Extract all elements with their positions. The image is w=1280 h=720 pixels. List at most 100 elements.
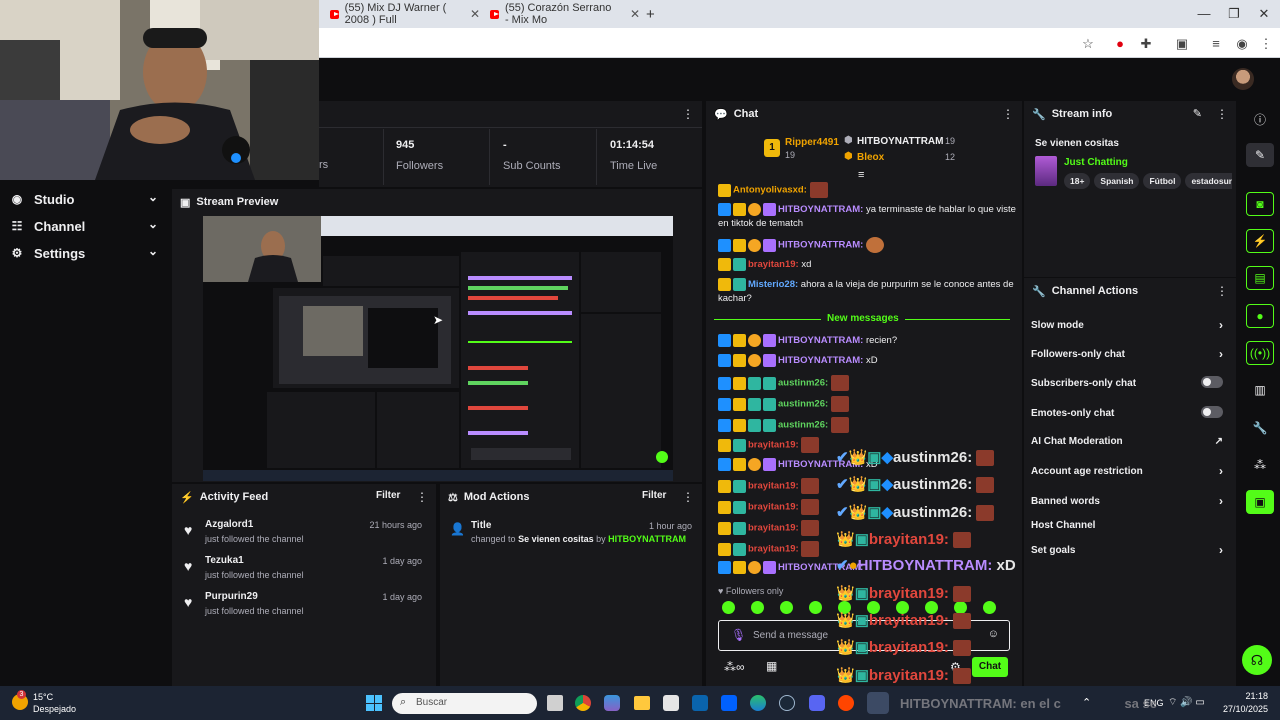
network-volume-icon[interactable]: ⌔ 🔊 ▭ [1168, 696, 1205, 709]
active-app-icon[interactable] [867, 692, 889, 714]
chat-user[interactable]: brayitan19: [748, 544, 799, 555]
action-subscribers-only[interactable]: Subscribers-only chat [1031, 376, 1231, 389]
emote-icon[interactable] [780, 601, 793, 614]
wrench-icon[interactable]: 🔧 [1246, 416, 1274, 440]
grid-icon[interactable]: ▥ [1246, 378, 1274, 402]
minimize-button[interactable]: — [1194, 6, 1214, 21]
chat-user[interactable]: austinm26: [778, 399, 828, 410]
action-followers-only[interactable]: Followers-only chat › [1031, 347, 1231, 361]
document-icon[interactable]: ▤ [1246, 266, 1274, 290]
chat-user[interactable]: brayitan19: [748, 523, 799, 534]
sound-alert-icon[interactable]: ▣ [1246, 490, 1274, 514]
chrome-icon[interactable] [575, 695, 591, 711]
close-tab-icon[interactable]: ✕ [470, 7, 480, 21]
pencil-icon[interactable]: ✎ [1246, 143, 1274, 167]
lightning-icon[interactable]: ⚡ [1246, 229, 1274, 253]
emote-icon[interactable] [983, 601, 996, 614]
chat-user[interactable]: HITBOYNATTRAM: [778, 562, 863, 573]
emote-icon[interactable] [925, 601, 938, 614]
action-slow-mode[interactable]: Slow mode › [1031, 318, 1231, 332]
clock-date[interactable]: 27/10/2025 [1218, 704, 1268, 714]
tag-chip[interactable]: 18+ [1064, 173, 1091, 189]
camera-icon[interactable]: ◙ [1246, 192, 1274, 216]
chat-user[interactable]: HITBOYNATTRAM: [778, 355, 863, 366]
kebab-icon[interactable]: ⋮ [1216, 284, 1228, 298]
chat-user[interactable]: austinm26: [778, 420, 828, 431]
emote-icon[interactable] [838, 601, 851, 614]
settings-icon[interactable]: ⚙ [950, 660, 961, 674]
info-icon[interactable]: ⓘ [1246, 107, 1274, 131]
discord-icon[interactable] [809, 695, 825, 711]
chat-user[interactable]: HITBOYNATTRAM: [778, 240, 863, 251]
tag-chip[interactable]: Fútbol [1143, 173, 1182, 189]
kebab-icon[interactable]: ⋮ [1216, 107, 1228, 121]
menu-icon[interactable]: ⋮ [1258, 36, 1274, 52]
microphone-icon[interactable]: 🎙 [731, 628, 746, 642]
chat-user[interactable]: brayitan19: [748, 481, 799, 492]
edit-pencil-icon[interactable]: ✎ [1193, 107, 1202, 120]
nav-item-studio[interactable]: ◉ Studio ⌄ [0, 186, 172, 212]
clock-time[interactable]: 21:18 [1236, 691, 1268, 701]
emote-icon[interactable] [722, 601, 735, 614]
kebab-icon[interactable]: ⋮ [682, 490, 694, 504]
brave-icon[interactable] [838, 695, 854, 711]
close-tab-icon[interactable]: ✕ [630, 7, 640, 21]
broadcast-icon[interactable]: ((•)) [1246, 341, 1274, 365]
kebab-icon[interactable]: ⋮ [416, 490, 428, 504]
support-headset-icon[interactable]: ☊ [1242, 645, 1272, 675]
collapse-icon[interactable]: ≡ [858, 169, 864, 181]
chat-user[interactable]: austinm26: [778, 378, 828, 389]
outlook-icon[interactable] [692, 695, 708, 711]
chat-user[interactable]: brayitan19: [748, 259, 799, 270]
chat-user[interactable]: HITBOYNATTRAM: [778, 459, 863, 470]
filter-button[interactable]: Filter [376, 490, 400, 501]
action-account-age[interactable]: Account age restriction › [1031, 464, 1231, 478]
windows-start-icon[interactable] [366, 695, 382, 711]
stream-preview-video[interactable]: ➤ [203, 216, 673, 481]
emote-icon[interactable] [751, 601, 764, 614]
taskbar-search[interactable]: ⌕ Buscar [392, 693, 537, 714]
store-icon[interactable]: ▦ [766, 659, 777, 673]
dots-icon[interactable]: ⁂ [1246, 453, 1274, 477]
action-set-goals[interactable]: Set goals › [1031, 543, 1231, 557]
chat-bubble-icon[interactable]: ● [1246, 304, 1274, 328]
points-icon[interactable]: ⁂∞ [724, 660, 745, 674]
chat-user[interactable]: Antonyolivasxd: [733, 185, 807, 196]
chat-user[interactable]: HITBOYNATTRAM: [778, 335, 863, 346]
subscribers-only-toggle[interactable] [1201, 376, 1223, 388]
browser-tab[interactable]: (55) Corazón Serrano - Mix Mo ✕ [490, 2, 640, 26]
avatar[interactable] [1232, 68, 1254, 90]
browser-tab[interactable]: (55) Mix DJ Warner ( 2008 ) Full ✕ [330, 2, 480, 26]
emotes-only-toggle[interactable] [1201, 406, 1223, 418]
extensions-icon[interactable]: ✚ [1138, 36, 1154, 52]
action-banned-words[interactable]: Banned words › [1031, 494, 1231, 508]
emoji-icon[interactable]: ☺ [988, 628, 999, 640]
nav-item-channel[interactable]: ☷ Channel ⌄ [0, 213, 172, 239]
nav-item-settings[interactable]: ⚙ Settings ⌄ [0, 240, 172, 266]
chat-user[interactable]: brayitan19: [748, 440, 799, 451]
task-view-icon[interactable] [547, 695, 563, 711]
category-name[interactable]: Just Chatting [1064, 157, 1128, 168]
chat-user[interactable]: brayitan19: [748, 502, 799, 513]
media-icon[interactable]: ≡ [1208, 36, 1224, 52]
chat-user[interactable]: HITBOYNATTRAM: [778, 204, 863, 215]
chat-input-box[interactable]: 🎙 Send a message ☺ [718, 620, 1010, 651]
profile-icon[interactable]: ◉ [1234, 36, 1250, 52]
steam-icon[interactable] [779, 695, 795, 711]
kebab-icon[interactable]: ⋮ [682, 107, 694, 121]
dropbox-icon[interactable] [721, 695, 737, 711]
action-ai-moderation[interactable]: AI Chat Moderation ↗ [1031, 436, 1231, 447]
emote-icon[interactable] [809, 601, 822, 614]
bookmark-star-icon[interactable]: ☆ [1080, 36, 1096, 52]
cast-icon[interactable]: ▣ [1174, 36, 1190, 52]
opera-icon[interactable]: ● [1112, 36, 1128, 52]
tag-chip[interactable]: estadosun [1185, 173, 1232, 189]
chat-user[interactable]: Misterio28: [748, 279, 798, 290]
filter-button[interactable]: Filter [642, 490, 666, 501]
file-explorer-icon[interactable] [634, 696, 650, 710]
new-tab-button[interactable]: + [646, 4, 655, 24]
action-host-channel[interactable]: Host Channel [1031, 520, 1231, 531]
kebab-icon[interactable]: ⋮ [1002, 107, 1014, 121]
emote-icon[interactable] [954, 601, 967, 614]
tag-chip[interactable]: Spanish [1094, 173, 1140, 189]
